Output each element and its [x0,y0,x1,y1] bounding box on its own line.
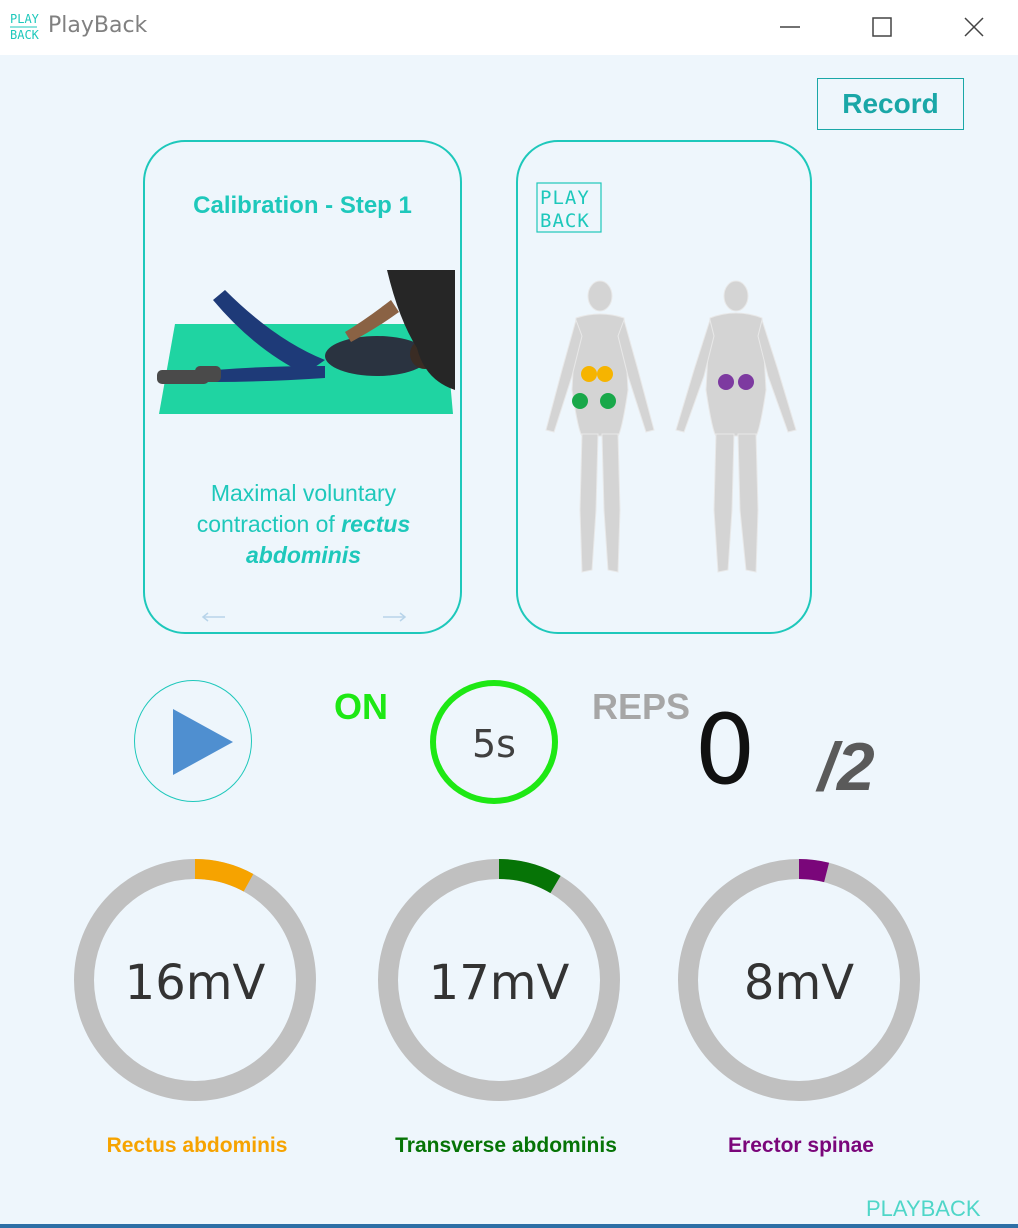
calibration-card: Calibration - Step 1 Maximal voluntary c… [143,140,462,634]
svg-text:BACK: BACK [540,210,590,232]
transverse-marker-left [572,393,588,409]
play-button[interactable] [134,680,252,802]
gauge-label-rectus: Rectus abdominis [106,1134,288,1157]
gauge-value: 17mV [428,955,570,1011]
rectus-marker-right [597,366,613,382]
window-title: PlayBack [48,13,148,38]
footer-brand: PLAYBACK [866,1196,981,1221]
reps-count: 0 [694,694,756,806]
play-icon [173,709,233,775]
body-muscle-map [545,280,797,573]
gauge-value: 8mV [743,955,855,1011]
timer-ring: 5s [430,680,558,804]
exercise-illustration [157,270,455,414]
reps-label: REPS [592,686,691,727]
playback-logo-icon: PLAY BACK [536,182,602,233]
gauge-label-transverse: Transverse abdominis [395,1134,617,1157]
gauge-transverse-abdominis: 17mV [376,857,622,1103]
title-bar: PLAY BACK PlayBack [0,0,1018,55]
next-arrow-icon[interactable] [381,612,407,622]
rectus-marker-left [581,366,597,382]
record-button[interactable]: Record [817,78,964,130]
close-button[interactable] [944,0,1004,55]
session-state-label: ON [334,686,388,727]
minimize-button[interactable] [760,0,820,55]
calibration-title: Calibration - Step 1 [193,192,412,219]
gauge-label-erector: Erector spinae [728,1134,874,1157]
gauge-erector-spinae: 8mV [676,857,922,1103]
svg-text:PLAY: PLAY [540,187,590,209]
svg-text:BACK: BACK [10,28,40,42]
maximize-icon [872,17,892,37]
previous-arrow-icon[interactable] [201,612,227,622]
erector-marker-right [738,374,754,390]
reps-total: /2 [818,729,875,805]
erector-marker-left [718,374,734,390]
bottom-rule [0,1224,1018,1228]
muscle-map-card: PLAY BACK [516,140,812,634]
gauge-rectus-abdominis: 16mV [72,857,318,1103]
minimize-icon [780,26,800,28]
app-logo-icon: PLAY BACK [10,12,40,42]
svg-text:PLAY: PLAY [10,12,40,26]
gauge-value: 16mV [124,955,266,1011]
calibration-instruction: Maximal voluntary contraction of rectus … [165,478,442,571]
transverse-marker-right [600,393,616,409]
timer-text: 5s [472,722,516,766]
maximize-button[interactable] [852,0,912,55]
close-icon [964,17,984,37]
